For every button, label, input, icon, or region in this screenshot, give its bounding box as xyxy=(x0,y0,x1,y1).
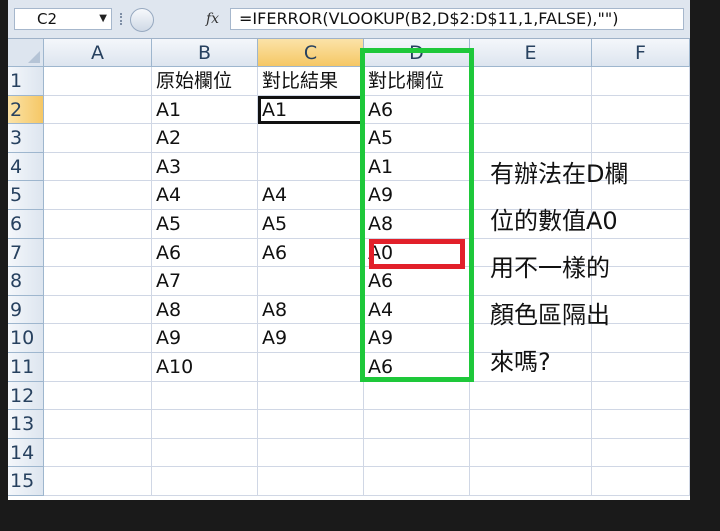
spreadsheet-window: C2 ▼ fx =IFERROR(VLOOKUP(B2,D$2:D$11,1,F… xyxy=(8,0,690,500)
cell-f2[interactable] xyxy=(592,95,690,125)
row-header-8[interactable]: 8 xyxy=(8,267,44,296)
cell-c13[interactable] xyxy=(258,410,364,439)
column-header-c[interactable]: C xyxy=(258,39,364,67)
cell-e14[interactable] xyxy=(470,438,592,468)
chevron-down-icon[interactable]: ▼ xyxy=(99,9,107,29)
cell-a13[interactable] xyxy=(44,410,152,439)
cell-b13[interactable] xyxy=(152,410,258,439)
cell-b4[interactable]: A3 xyxy=(152,152,258,182)
cell-a4[interactable] xyxy=(44,152,152,182)
cell-a7[interactable] xyxy=(44,238,152,268)
row-header-15[interactable]: 15 xyxy=(8,467,44,496)
cell-a11[interactable] xyxy=(44,352,152,382)
cell-e15[interactable] xyxy=(470,467,592,496)
cell-b14[interactable] xyxy=(152,438,258,468)
cell-e1[interactable] xyxy=(470,67,592,96)
cell-c5[interactable]: A4 xyxy=(258,181,364,210)
cell-d12[interactable] xyxy=(364,381,470,411)
cell-b11[interactable]: A10 xyxy=(152,352,258,382)
cell-c6[interactable]: A5 xyxy=(258,209,364,239)
expand-button[interactable] xyxy=(130,8,154,32)
cell-b7[interactable]: A6 xyxy=(152,238,258,268)
cell-b15[interactable] xyxy=(152,467,258,496)
cell-a15[interactable] xyxy=(44,467,152,496)
cell-c9[interactable]: A8 xyxy=(258,295,364,325)
cell-c3[interactable] xyxy=(258,124,364,153)
cell-c1[interactable]: 對比結果 xyxy=(258,67,364,96)
red-highlight-box xyxy=(369,239,465,269)
cell-e13[interactable] xyxy=(470,410,592,439)
row-header-5[interactable]: 5 xyxy=(8,181,44,210)
cell-f1[interactable] xyxy=(592,67,690,96)
cell-e2[interactable] xyxy=(470,95,592,125)
formula-input[interactable]: =IFERROR(VLOOKUP(B2,D$2:D$11,1,FALSE),""… xyxy=(230,8,684,30)
cell-b5[interactable]: A4 xyxy=(152,181,258,210)
cell-a9[interactable] xyxy=(44,295,152,325)
column-header-f[interactable]: F xyxy=(592,39,690,67)
row-header-14[interactable]: 14 xyxy=(8,438,44,468)
cell-a5[interactable] xyxy=(44,181,152,210)
insert-function-icon[interactable]: fx xyxy=(206,8,219,30)
select-all-button[interactable] xyxy=(8,39,44,67)
cell-b1[interactable]: 原始欄位 xyxy=(152,67,258,96)
cell-c7[interactable]: A6 xyxy=(258,238,364,268)
cell-f3[interactable] xyxy=(592,124,690,153)
cell-a1[interactable] xyxy=(44,67,152,96)
row-header-7[interactable]: 7 xyxy=(8,238,44,268)
name-box[interactable]: C2 ▼ xyxy=(14,8,112,30)
cell-c12[interactable] xyxy=(258,381,364,411)
row-header-12[interactable]: 12 xyxy=(8,381,44,411)
note-line: 用不一樣的 xyxy=(490,254,610,282)
cell-f15[interactable] xyxy=(592,467,690,496)
formula-controls: fx xyxy=(120,8,224,32)
question-note: 有辦法在D欄 位的數值A0 用不一樣的顏色區隔出來嗎? xyxy=(490,151,680,386)
column-header-a[interactable]: A xyxy=(44,39,152,67)
row-header-10[interactable]: 10 xyxy=(8,324,44,353)
column-header-e[interactable]: E xyxy=(470,39,592,67)
note-line: 有辦法在D欄 xyxy=(490,160,629,188)
cell-b10[interactable]: A9 xyxy=(152,324,258,353)
cell-b9[interactable]: A8 xyxy=(152,295,258,325)
row-header-9[interactable]: 9 xyxy=(8,295,44,325)
cell-a3[interactable] xyxy=(44,124,152,153)
cell-b6[interactable]: A5 xyxy=(152,209,258,239)
row-header-3[interactable]: 3 xyxy=(8,124,44,153)
note-line: 顏色區隔出 xyxy=(490,301,610,329)
cell-b12[interactable] xyxy=(152,381,258,411)
cell-a14[interactable] xyxy=(44,438,152,468)
cell-d13[interactable] xyxy=(364,410,470,439)
cell-c4[interactable] xyxy=(258,152,364,182)
row-header-13[interactable]: 13 xyxy=(8,410,44,439)
cell-c15[interactable] xyxy=(258,467,364,496)
cell-c10[interactable]: A9 xyxy=(258,324,364,353)
cell-b3[interactable]: A2 xyxy=(152,124,258,153)
cell-a6[interactable] xyxy=(44,209,152,239)
cell-a12[interactable] xyxy=(44,381,152,411)
cell-b2[interactable]: A1 xyxy=(152,95,258,125)
cell-a8[interactable] xyxy=(44,267,152,296)
cell-a10[interactable] xyxy=(44,324,152,353)
cell-c11[interactable] xyxy=(258,352,364,382)
cell-a2[interactable] xyxy=(44,95,152,125)
cell-f13[interactable] xyxy=(592,410,690,439)
row-header-2[interactable]: 2 xyxy=(8,95,44,125)
row-header-1[interactable]: 1 xyxy=(8,67,44,96)
note-line: 位的數值A0 xyxy=(490,207,618,235)
cell-c14[interactable] xyxy=(258,438,364,468)
row-header-6[interactable]: 6 xyxy=(8,209,44,239)
row-header-4[interactable]: 4 xyxy=(8,152,44,182)
cell-d15[interactable] xyxy=(364,467,470,496)
cell-e3[interactable] xyxy=(470,124,592,153)
note-line: 來嗎? xyxy=(490,348,551,376)
row-header-11[interactable]: 11 xyxy=(8,352,44,382)
cell-d14[interactable] xyxy=(364,438,470,468)
formula-bar: C2 ▼ fx =IFERROR(VLOOKUP(B2,D$2:D$11,1,F… xyxy=(8,0,690,39)
cell-f14[interactable] xyxy=(592,438,690,468)
name-box-value: C2 xyxy=(37,10,58,28)
cell-c2[interactable]: A1 xyxy=(258,95,364,125)
cell-c8[interactable] xyxy=(258,267,364,296)
green-highlight-box xyxy=(360,48,474,382)
column-header-b[interactable]: B xyxy=(152,39,258,67)
cell-b8[interactable]: A7 xyxy=(152,267,258,296)
